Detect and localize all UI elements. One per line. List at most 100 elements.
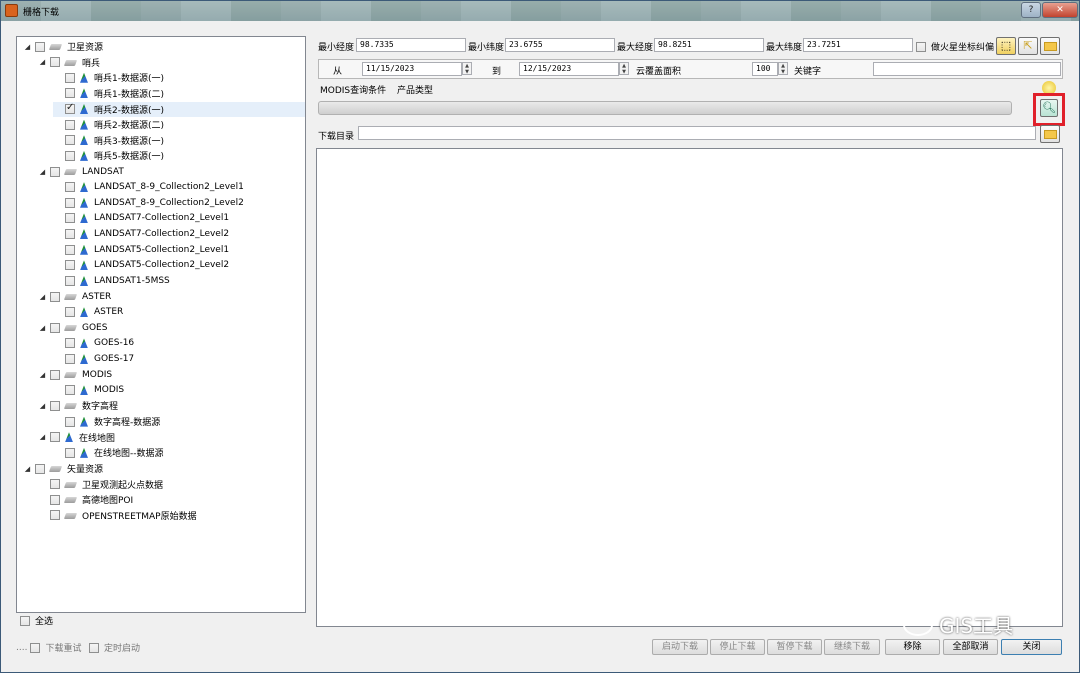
tree-item-checkbox[interactable]: [50, 57, 60, 68]
tree-item-checkbox[interactable]: [65, 244, 75, 255]
tree-item-checkbox[interactable]: [65, 182, 75, 193]
expand-arrow-icon[interactable]: ◢: [38, 433, 47, 441]
resume-download-button[interactable]: 继续下载: [824, 639, 880, 655]
tree-item-checkbox[interactable]: [50, 369, 60, 380]
tree-item-checkbox[interactable]: [65, 150, 75, 161]
select-all-checkbox[interactable]: 全选: [20, 614, 53, 627]
tree-item[interactable]: 哨兵1-数据源(二): [53, 86, 305, 101]
expand-arrow-icon[interactable]: ◢: [38, 371, 47, 379]
tree-item[interactable]: ◢ 卫星资源: [23, 39, 305, 54]
tree-item[interactable]: ◢ LANDSAT: [38, 164, 305, 179]
tree-item-checkbox[interactable]: [50, 510, 60, 521]
tree-item[interactable]: ASTER: [53, 305, 305, 320]
retry-option[interactable]: .... 下载重试: [16, 641, 81, 654]
tree-item[interactable]: LANDSAT_8-9_Collection2_Level2: [53, 195, 305, 210]
start-download-button[interactable]: 启动下载: [652, 639, 708, 655]
help-button[interactable]: ?: [1021, 2, 1041, 18]
max-lat-field[interactable]: 23.7251: [803, 38, 913, 52]
cloud-field[interactable]: 100: [752, 62, 778, 76]
tree-item[interactable]: LANDSAT7-Collection2_Level2: [53, 227, 305, 242]
tree-item-checkbox[interactable]: [50, 432, 60, 443]
resource-tree[interactable]: ◢ 卫星资源 ◢ 哨兵哨兵1-数据源(一) 哨兵1-数据源(二) 哨兵2-数据源(一) 哨兵…: [16, 36, 306, 613]
tree-item[interactable]: 哨兵1-数据源(一): [53, 70, 305, 85]
max-lon-field[interactable]: 98.8251: [654, 38, 764, 52]
to-date-field[interactable]: 12/15/2023: [519, 62, 619, 76]
tree-item[interactable]: 哨兵3-数据源(一): [53, 133, 305, 148]
window-close-button[interactable]: ✕: [1042, 2, 1078, 18]
timer-option[interactable]: 定时启动: [89, 641, 140, 654]
to-date-spinner[interactable]: ▲ ▼: [619, 62, 629, 75]
from-date-field[interactable]: 11/15/2023: [362, 62, 462, 76]
tree-item[interactable]: ◢ 矢量资源: [23, 461, 305, 476]
timer-checkbox[interactable]: [89, 642, 99, 653]
stop-download-button[interactable]: 停止下载: [710, 639, 765, 655]
tree-item-checkbox[interactable]: [50, 166, 60, 177]
tree-item[interactable]: ◢ 数字高程: [38, 398, 305, 413]
expand-arrow-icon[interactable]: ◢: [23, 465, 32, 473]
tree-item-checkbox[interactable]: [65, 72, 75, 83]
expand-arrow-icon[interactable]: ◢: [38, 293, 47, 301]
tree-item[interactable]: 卫星观测起火点数据: [38, 477, 305, 492]
remove-button[interactable]: 移除: [885, 639, 940, 655]
tree-item[interactable]: ◢ MODIS: [38, 367, 305, 382]
tree-item-checkbox[interactable]: [50, 400, 60, 411]
open-boundary-button[interactable]: [1040, 37, 1060, 55]
tree-item[interactable]: ◢ ASTER: [38, 289, 305, 304]
tree-item[interactable]: 哨兵5-数据源(一): [53, 148, 305, 163]
tree-item[interactable]: GOES-17: [53, 352, 305, 367]
keyword-field[interactable]: [873, 62, 1061, 76]
tree-item[interactable]: 高德地图POI: [38, 492, 305, 507]
close-button[interactable]: 关闭: [1001, 639, 1062, 655]
tree-item-checkbox[interactable]: [65, 447, 75, 458]
tree-item-checkbox[interactable]: [35, 463, 45, 474]
tree-item-checkbox[interactable]: [65, 385, 75, 396]
tree-item[interactable]: LANDSAT7-Collection2_Level1: [53, 211, 305, 226]
select-region-button[interactable]: ⇱: [1018, 37, 1038, 55]
tree-item-checkbox[interactable]: [50, 494, 60, 505]
tree-item[interactable]: ◢ 在线地图: [38, 430, 305, 445]
tree-item[interactable]: 哨兵2-数据源(二): [53, 117, 305, 132]
tree-item-checkbox[interactable]: [65, 213, 75, 224]
tree-item[interactable]: 哨兵2-数据源(一): [53, 101, 305, 117]
tree-item[interactable]: LANDSAT1-5MSS: [53, 273, 305, 288]
expand-arrow-icon[interactable]: ◢: [38, 324, 47, 332]
download-dir-field[interactable]: [358, 126, 1036, 140]
cancel-all-button[interactable]: 全部取消: [943, 639, 998, 655]
browse-dir-button[interactable]: [1040, 125, 1060, 143]
tree-item-checkbox[interactable]: [65, 102, 75, 115]
download-list[interactable]: [316, 148, 1063, 627]
select-area-button[interactable]: ⬚: [996, 37, 1016, 55]
pause-download-button[interactable]: 暂停下载: [767, 639, 822, 655]
tree-item-checkbox[interactable]: [50, 291, 60, 302]
expand-arrow-icon[interactable]: ◢: [38, 402, 47, 410]
expand-arrow-icon[interactable]: ◢: [23, 43, 32, 51]
tree-item-checkbox[interactable]: [65, 354, 75, 365]
tree-item-checkbox[interactable]: [65, 229, 75, 240]
mars-coord-checkbox[interactable]: 做火星坐标纠偏: [916, 40, 994, 53]
mars-coord-box[interactable]: [916, 41, 926, 52]
tree-item-checkbox[interactable]: [65, 88, 75, 99]
tree-item-checkbox[interactable]: [50, 322, 60, 333]
from-date-spinner[interactable]: ▲ ▼: [462, 62, 472, 75]
select-all-box[interactable]: [20, 615, 30, 626]
tree-item-checkbox[interactable]: [65, 197, 75, 208]
retry-checkbox[interactable]: [30, 642, 41, 653]
tree-item[interactable]: 在线地图--数据源: [53, 445, 305, 460]
tree-item[interactable]: LANDSAT5-Collection2_Level1: [53, 242, 305, 257]
tree-item-checkbox[interactable]: [50, 479, 60, 490]
tree-item-checkbox[interactable]: [65, 119, 75, 130]
min-lon-field[interactable]: 98.7335: [356, 38, 466, 52]
tree-item-checkbox[interactable]: [65, 307, 75, 318]
tree-item-checkbox[interactable]: [65, 260, 75, 271]
tree-item[interactable]: GOES-16: [53, 336, 305, 351]
tree-item[interactable]: ◢ 哨兵: [38, 55, 305, 70]
tree-item[interactable]: MODIS: [53, 383, 305, 398]
tree-item[interactable]: OPENSTREETMAP原始数据: [38, 508, 305, 523]
tree-item[interactable]: LANDSAT_8-9_Collection2_Level1: [53, 180, 305, 195]
tree-item-checkbox[interactable]: [65, 338, 75, 349]
tree-item[interactable]: 数字高程-数据源: [53, 414, 305, 429]
tree-item-checkbox[interactable]: [65, 275, 75, 286]
tree-item-checkbox[interactable]: [65, 135, 75, 146]
cloud-spinner[interactable]: ▲ ▼: [778, 62, 788, 75]
expand-arrow-icon[interactable]: ◢: [38, 58, 47, 66]
